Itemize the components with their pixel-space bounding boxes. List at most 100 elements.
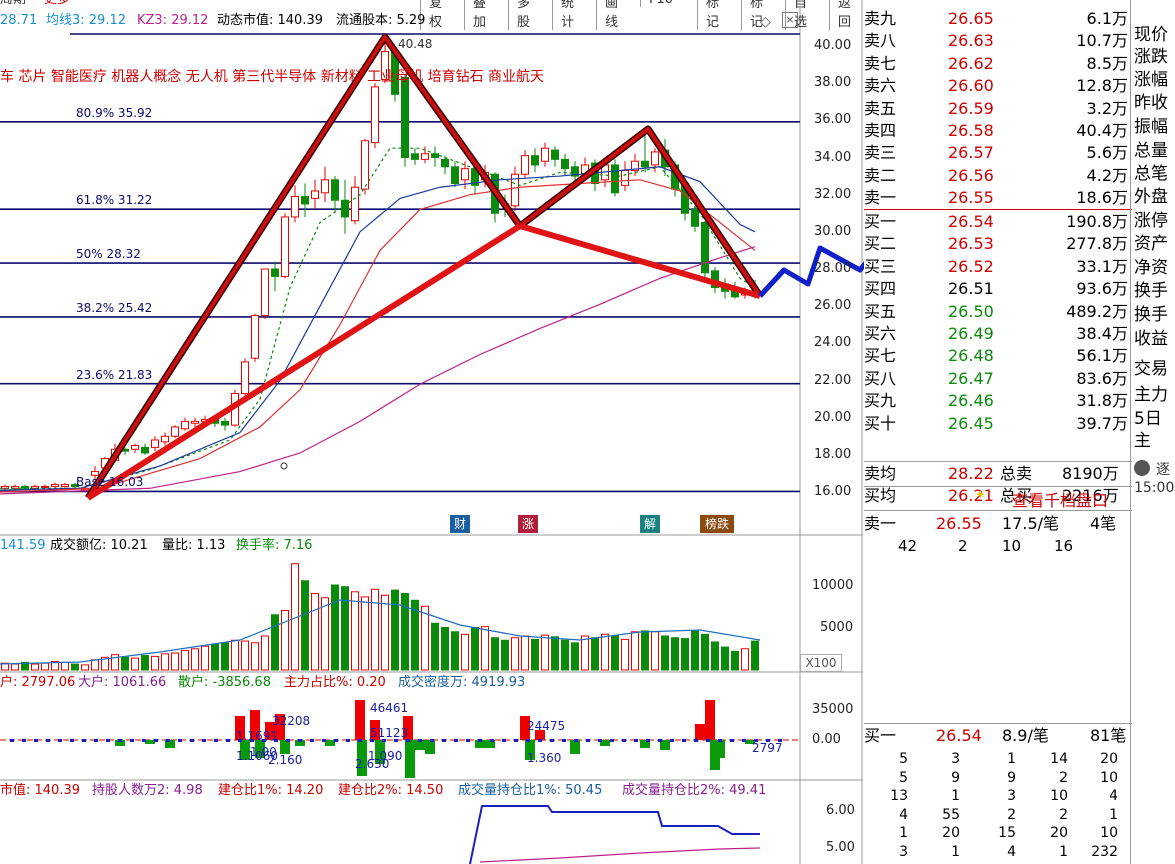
candle-body-70: [701, 222, 709, 274]
flow-dot: [130, 739, 134, 742]
flow-annotation-4: 1.1691: [236, 729, 278, 743]
flow-bar-30: [705, 700, 715, 740]
volume-bar-70: [701, 633, 709, 671]
fib-label-1: 61.8% 31.22: [76, 193, 153, 208]
queue-cell-1-0: 5: [899, 769, 908, 786]
sell-order-row-6[interactable]: 卖三 26.57 5.6万: [864, 142, 1132, 164]
queue-cell-5-1: 1: [951, 844, 960, 860]
volume-bar-13: [131, 657, 139, 671]
flow-dot: [706, 739, 710, 742]
right-label-14: 交易: [1134, 359, 1168, 379]
event-tag-0[interactable]: 财: [450, 515, 470, 533]
buy-order-row-4[interactable]: 买五 26.50 489.2万: [864, 301, 1132, 323]
indicator-float-shares: 流通股本: 5.29: [336, 13, 426, 28]
sell-order-row-8[interactable]: 卖一 26.55 18.6万: [864, 187, 1132, 209]
clock-icon: [1134, 460, 1150, 476]
candle-body-45: [451, 166, 459, 185]
volume-bar-31: [311, 593, 319, 671]
queue-cell-2-1: 1: [951, 788, 960, 805]
concept-tags: 车 芯片 智能医疗 机器人概念 无人机 第三代半导体 新材料 工业母机 培育钻石…: [0, 69, 545, 85]
flow-annotation-7: 2.160: [268, 753, 303, 767]
buy-order-row-6[interactable]: 买七 26.48 56.1万: [864, 345, 1132, 367]
sell-order-row-0[interactable]: 卖九 26.65 6.1万: [864, 8, 1132, 30]
flow-dot: [46, 739, 50, 742]
buy-order-row-0[interactable]: 买一 26.54 190.8万: [864, 211, 1132, 233]
volume-bar-52: [521, 635, 529, 671]
flow-axis-35000: 35000: [812, 702, 854, 717]
volume-bar-46: [461, 633, 469, 671]
toolbar-button-9[interactable]: 返回: [829, 0, 859, 30]
candle-body-46: [461, 168, 469, 181]
candle-body-6: [61, 484, 69, 487]
volume-bar-19: [191, 648, 199, 671]
flow-dot: [118, 739, 122, 742]
buy-order-row-2[interactable]: 买三 26.52 33.1万: [864, 256, 1132, 278]
flow-dot: [298, 739, 302, 742]
queue-cell-5-0: 3: [899, 844, 908, 860]
right-label-10: 净资: [1134, 258, 1168, 278]
price-axis-label-12: 16.00: [814, 484, 852, 499]
buy-order-row-9[interactable]: 买十 26.45 39.7万: [864, 413, 1132, 435]
queue-buy-row: 买一 26.54 8.9/笔 81笔: [864, 726, 1127, 745]
candle-body-22: [221, 420, 229, 426]
kline-chart-area[interactable]: [0, 0, 863, 864]
flow-dot: [682, 739, 686, 742]
depth-link[interactable]: 查看千档盘口: [1012, 487, 1108, 511]
sell-order-row-4[interactable]: 卖五 26.59 3.2万: [864, 98, 1132, 120]
volume-axis-5000: 5000: [820, 620, 854, 635]
buy-order-row-5[interactable]: 买六 26.49 38.4万: [864, 323, 1132, 345]
event-tag-1[interactable]: 涨: [518, 515, 538, 533]
flow-dot: [598, 739, 602, 742]
right-label-9: 资产: [1134, 234, 1168, 254]
sell-order-row-3[interactable]: 卖六 26.60 12.8万: [864, 75, 1132, 97]
hold-vol1: 成交量持仓比1%: 50.45: [458, 783, 603, 798]
toolbar-button-3[interactable]: 统计: [552, 0, 582, 30]
buy-order-row-8[interactable]: 买九 26.46 31.8万: [864, 390, 1132, 412]
candle-body-28: [281, 216, 289, 277]
volume-bar-56: [561, 639, 569, 671]
sell-order-row-2[interactable]: 卖七 26.62 8.5万: [864, 53, 1132, 75]
volume-bar-4: [41, 662, 49, 671]
buy-order-row-3[interactable]: 买四 26.51 93.6万: [864, 278, 1132, 300]
flow-dot: [154, 739, 158, 742]
candle-body-42: [421, 153, 429, 160]
event-tag-3[interactable]: 榜跌: [700, 515, 734, 533]
toolbar-tab-period[interactable]: 周期: [0, 0, 26, 8]
volume-unit-button[interactable]: X100: [800, 654, 842, 672]
queue-cell-4-4: 10: [1100, 825, 1118, 842]
sell-order-row-5[interactable]: 卖四 26.58 40.4万: [864, 120, 1132, 142]
queue-cell-0-4: 20: [1100, 751, 1118, 767]
flow-bar-25: [570, 740, 580, 754]
buy-order-row-1[interactable]: 买二 26.53 277.8万: [864, 233, 1132, 255]
toolbar-button-5[interactable]: F10: [640, 0, 681, 7]
volume-axis-10000: 10000: [812, 578, 854, 593]
fib-label-2: 50% 28.32: [76, 247, 141, 262]
volume-bar-59: [591, 637, 599, 671]
buy-order-row-7[interactable]: 买八 26.47 83.6万: [864, 368, 1132, 390]
sell-order-row-1[interactable]: 卖八 26.63 10.7万: [864, 30, 1132, 52]
sell-order-row-7[interactable]: 卖二 26.56 4.2万: [864, 165, 1132, 187]
toolbar-more-link[interactable]: 更多: [44, 0, 70, 8]
volume-bar-12: [121, 656, 129, 671]
price-axis-label-2: 36.00: [814, 112, 852, 128]
avg-sell-row: 卖均 28.22 总卖 8190万: [864, 464, 1119, 483]
flow-dot: [514, 739, 518, 742]
toolbar-button-4[interactable]: 画线: [596, 0, 626, 30]
flow-bar-32: [715, 740, 725, 758]
volume-bar-39: [391, 589, 399, 671]
close-icon[interactable]: ×: [782, 12, 798, 28]
toolbar-button-1[interactable]: 叠加: [464, 0, 494, 30]
flow-annotation-3: 51123: [370, 726, 409, 740]
toolbar-button-6[interactable]: 标记: [697, 0, 727, 30]
flow-bar-29: [695, 724, 705, 740]
diamond-icon[interactable]: ◇: [760, 14, 771, 30]
volume-bar-18: [181, 649, 189, 671]
volume-value-a: 141.59: [0, 538, 46, 553]
toolbar-button-2[interactable]: 多股: [508, 0, 538, 30]
candle-body-35: [351, 186, 359, 222]
event-tag-2[interactable]: 解: [640, 515, 660, 533]
avg-divider-top: [864, 461, 1132, 462]
candle-body-18: [181, 420, 189, 430]
queue-cell-0-0: 5: [899, 751, 908, 767]
candle-body-15: [151, 439, 159, 448]
